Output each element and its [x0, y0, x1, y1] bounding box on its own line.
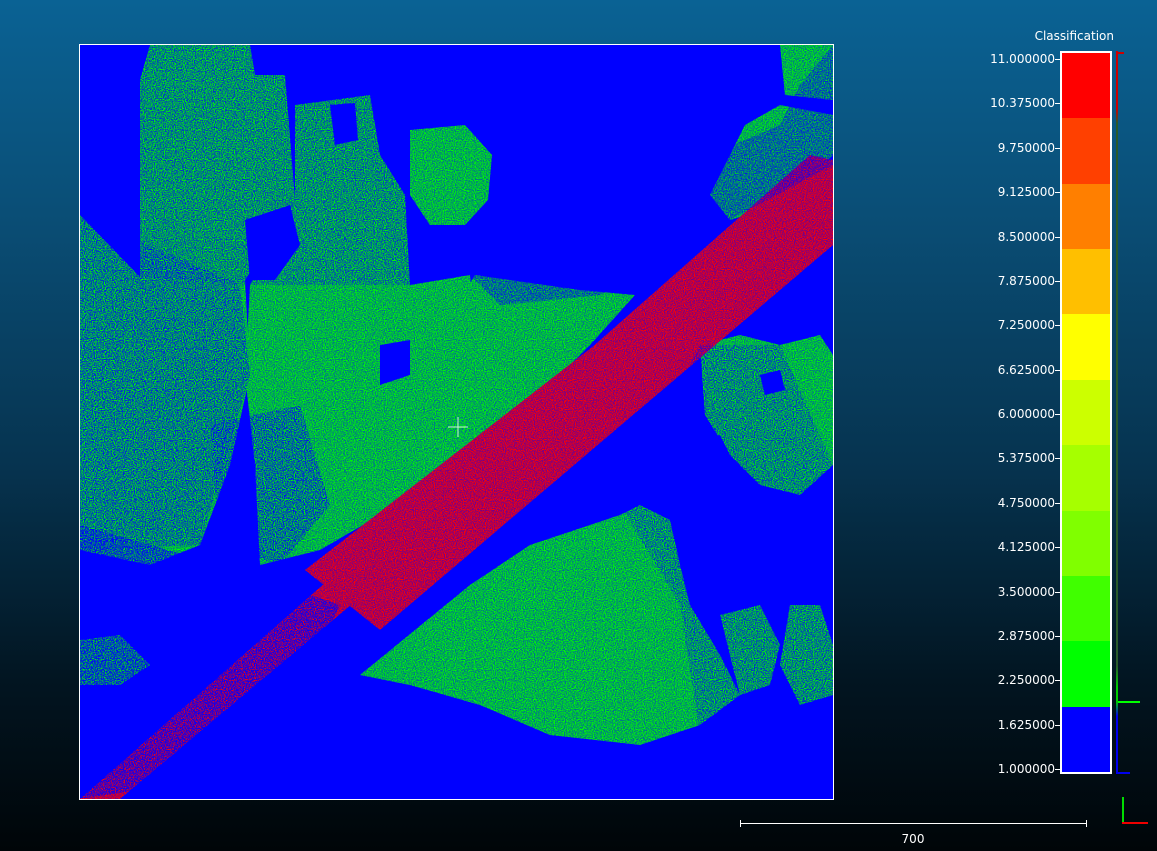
color-scale-tick: [1055, 503, 1060, 504]
color-scale-tick: [1055, 414, 1060, 415]
color-scale-tick: [1055, 325, 1060, 326]
axis-trihedron-icon[interactable]: [1116, 797, 1148, 827]
color-scale-label: 7.875000: [997, 273, 1055, 288]
color-scale-tick: [1055, 192, 1060, 193]
color-scale-band: [1062, 510, 1110, 576]
color-scale-tick: [1055, 370, 1060, 371]
color-scale-band: [1062, 249, 1110, 315]
color-scale-label: 4.125000: [997, 540, 1055, 555]
histogram-axis: [1116, 51, 1118, 774]
color-scale-label: 6.625000: [997, 362, 1055, 377]
color-scale-band: [1062, 641, 1110, 707]
distance-ruler-label: 700: [901, 832, 925, 846]
color-scale-tick: [1055, 547, 1060, 548]
color-scale-label: 9.750000: [997, 140, 1055, 155]
mixed-scatter: [80, 45, 833, 799]
color-scale-label: 2.875000: [997, 628, 1055, 643]
color-scale-label: 3.500000: [997, 584, 1055, 599]
histogram-peak-marker: [1118, 701, 1140, 703]
color-scale-band: [1062, 314, 1110, 380]
color-scale-tick: [1055, 59, 1060, 60]
color-scale-tick: [1055, 103, 1060, 104]
3d-viewport[interactable]: Classification 11.000000 10.375000 9.75000…: [0, 0, 1157, 851]
y-axis-icon: [1122, 797, 1124, 823]
color-scale-band: [1062, 445, 1110, 511]
color-scale-band: [1062, 575, 1110, 642]
x-axis-icon: [1122, 822, 1148, 824]
color-scale-label: 11.000000: [990, 52, 1055, 66]
color-scale-label: 1.000000: [997, 762, 1055, 776]
point-cloud-view[interactable]: [79, 44, 834, 800]
color-scale-band: [1062, 183, 1110, 250]
color-scale-label: 2.250000: [997, 673, 1055, 688]
color-scale-tick: [1055, 592, 1060, 593]
color-scale-tick: [1055, 680, 1060, 681]
color-scale-tick: [1055, 725, 1060, 726]
color-scale-tick: [1055, 281, 1060, 282]
color-scale-label: 4.750000: [997, 495, 1055, 510]
histogram-top-marker: [1116, 52, 1124, 54]
color-scale-band: [1062, 118, 1110, 184]
color-scale-label: 8.500000: [997, 229, 1055, 244]
color-scale-band: [1062, 53, 1110, 119]
color-scale-tick: [1055, 237, 1060, 238]
color-scale-band: [1062, 379, 1110, 446]
color-scale-title: Classification: [1034, 29, 1114, 43]
color-scale-label: 1.625000: [997, 717, 1055, 732]
color-scale-tick: [1055, 458, 1060, 459]
color-scale-tick: [1055, 148, 1060, 149]
color-scale-label: 6.000000: [997, 407, 1055, 421]
point-cloud-render: [80, 45, 833, 799]
color-scale-tick: [1055, 769, 1060, 770]
histogram-bottom-marker: [1116, 772, 1130, 774]
distance-ruler: [740, 820, 1087, 827]
color-scale-bar: [1060, 51, 1112, 774]
color-scale-label: 5.375000: [997, 451, 1055, 466]
color-scale-label: 10.375000: [990, 96, 1055, 111]
color-scale-label: 9.125000: [997, 185, 1055, 200]
color-scale-label: 7.250000: [997, 318, 1055, 333]
color-scale-tick: [1055, 636, 1060, 637]
color-scale-band: [1062, 706, 1110, 772]
